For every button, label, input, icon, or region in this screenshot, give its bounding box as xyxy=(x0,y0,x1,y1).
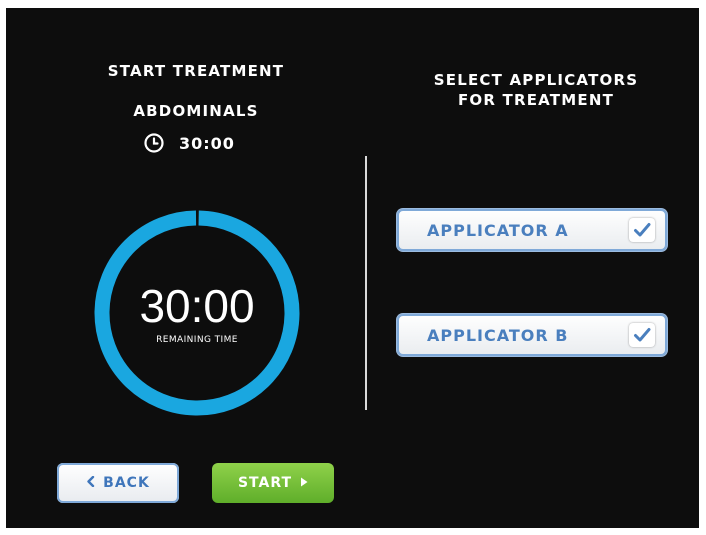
applicator-a-toggle[interactable]: APPLICATOR A xyxy=(397,209,667,251)
clock-icon xyxy=(143,132,165,154)
back-button-label: BACK xyxy=(103,475,150,491)
applicator-a-checkbox[interactable] xyxy=(629,218,655,242)
checkmark-icon xyxy=(634,223,651,237)
start-button[interactable]: START xyxy=(212,463,334,503)
applicator-b-checkbox[interactable] xyxy=(629,323,655,347)
applicator-b-toggle[interactable]: APPLICATOR B xyxy=(397,314,667,356)
duration-value: 30:00 xyxy=(179,133,235,153)
start-treatment-title: START TREATMENT xyxy=(107,62,285,80)
start-button-label: START xyxy=(237,475,293,491)
chevron-left-icon xyxy=(86,475,95,490)
applicator-a-label: APPLICATOR A xyxy=(427,220,569,240)
countdown-timer: 30:00 REMAINING TIME xyxy=(92,208,302,418)
back-button[interactable]: BACK xyxy=(57,463,179,503)
select-applicators-title-line2: FOR TREATMENT xyxy=(457,91,615,109)
treatment-area-label: ABDOMINALS xyxy=(133,102,259,120)
select-applicators-title: SELECT APPLICATORS FOR TREATMENT xyxy=(386,70,686,110)
checkmark-icon xyxy=(634,328,651,342)
select-applicators-title-line1: SELECT APPLICATORS xyxy=(433,71,639,89)
triangle-right-icon xyxy=(300,477,308,490)
duration-row: 30:00 xyxy=(143,132,235,154)
applicator-b-label: APPLICATOR B xyxy=(427,325,569,345)
column-divider xyxy=(365,156,367,410)
remaining-time-label: REMAINING TIME xyxy=(156,335,238,345)
remaining-time-value: 30:00 xyxy=(139,280,255,332)
treatment-screen: START TREATMENT ABDOMINALS 30:00 30:00 R… xyxy=(6,8,699,528)
